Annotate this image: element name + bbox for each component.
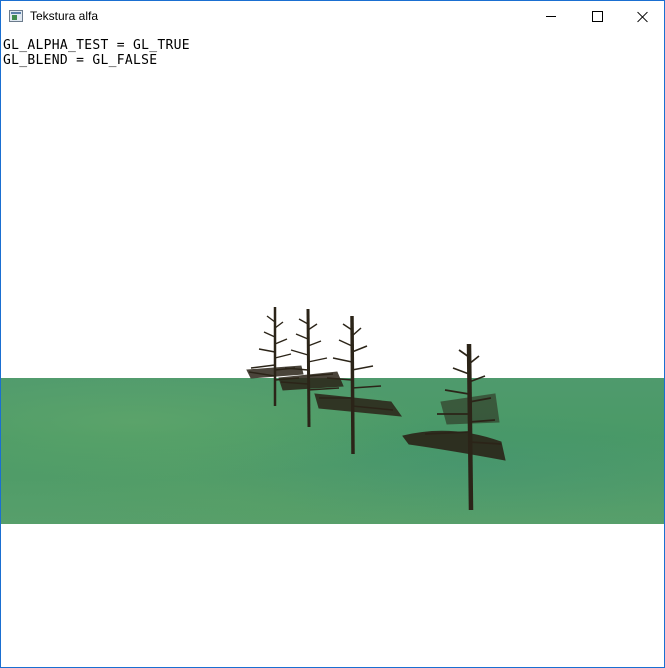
app-window: Tekstura alfa GL_ALPHA_TEST = GL_TRUE GL… bbox=[0, 0, 665, 668]
alpha-test-status: GL_ALPHA_TEST = GL_TRUE bbox=[3, 38, 190, 53]
close-icon bbox=[637, 11, 649, 23]
maximize-icon bbox=[591, 11, 603, 22]
tree-1 bbox=[246, 307, 304, 406]
minimize-button[interactable] bbox=[528, 1, 574, 32]
title-bar[interactable]: Tekstura alfa bbox=[1, 1, 664, 32]
opengl-viewport[interactable]: GL_ALPHA_TEST = GL_TRUE GL_BLEND = GL_FA… bbox=[1, 32, 664, 667]
maximize-button[interactable] bbox=[574, 1, 620, 32]
tree-4 bbox=[402, 343, 506, 511]
blend-status: GL_BLEND = GL_FALSE bbox=[3, 53, 158, 68]
app-icon bbox=[9, 10, 23, 22]
minimize-icon bbox=[546, 16, 556, 17]
window-title: Tekstura alfa bbox=[30, 9, 99, 23]
tree-scene bbox=[246, 307, 506, 511]
close-button[interactable] bbox=[620, 1, 664, 32]
